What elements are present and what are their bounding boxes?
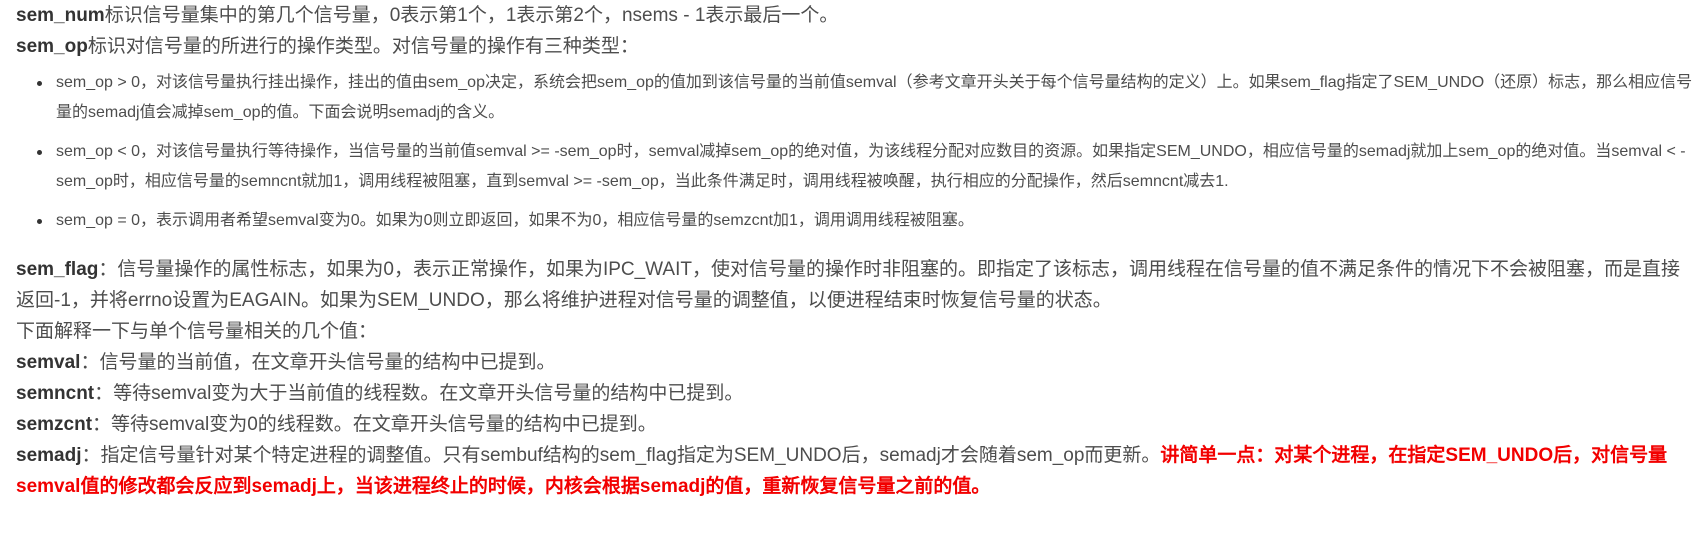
semadj-paragraph: semadj：指定信号量针对某个特定进程的调整值。只有sembuf结构的sem_… [16, 440, 1696, 502]
list-item: sem_op > 0，对该信号量执行挂出操作，挂出的值由sem_op决定，系统会… [37, 68, 1696, 128]
sem-op-line: sem_op标识对信号量的所进行的操作类型。对信号量的操作有三种类型： [16, 31, 1696, 62]
sem-flag-paragraph: sem_flag：信号量操作的属性标志，如果为0，表示正常操作，如果为IPC_W… [16, 254, 1696, 316]
sem-num-line: sem_num标识信号量集中的第几个信号量，0表示第1个，1表示第2个，nsem… [16, 0, 1696, 31]
semval-line: semval：信号量的当前值，在文章开头信号量的结构中已提到。 [16, 347, 1696, 378]
semncnt-term: semncnt [16, 383, 95, 404]
list-item: sem_op = 0，表示调用者希望semval变为0。如果为0则立即返回，如果… [37, 206, 1696, 236]
sem-flag-term: sem_flag [16, 259, 99, 280]
semadj-desc: ：指定信号量针对某个特定进程的调整值。只有sembuf结构的sem_flag指定… [81, 445, 1161, 466]
sem-op-list: sem_op > 0，对该信号量执行挂出操作，挂出的值由sem_op决定，系统会… [16, 68, 1696, 236]
sem-flag-desc: ：信号量操作的属性标志，如果为0，表示正常操作，如果为IPC_WAIT，使对信号… [16, 259, 1680, 311]
semadj-term: semadj [16, 445, 82, 466]
sem-num-desc: 标识信号量集中的第几个信号量，0表示第1个，1表示第2个，nsems - 1表示… [104, 5, 839, 26]
sem-op-desc: 标识对信号量的所进行的操作类型。对信号量的操作有三种类型： [87, 36, 639, 57]
sem-num-term: sem_num [16, 5, 105, 26]
list-item: sem_op < 0，对该信号量执行等待操作，当信号量的当前值semval >=… [37, 137, 1696, 197]
semncnt-line: semncnt：等待semval变为大于当前值的线程数。在文章开头信号量的结构中… [16, 378, 1696, 409]
article-content: sem_num标识信号量集中的第几个信号量，0表示第1个，1表示第2个，nsem… [16, 0, 1696, 502]
values-intro: 下面解释一下与单个信号量相关的几个值： [16, 321, 378, 342]
semval-desc: ：信号量的当前值，在文章开头信号量的结构中已提到。 [80, 352, 556, 373]
semval-term: semval [16, 352, 81, 373]
semncnt-desc: ：等待semval变为大于当前值的线程数。在文章开头信号量的结构中已提到。 [94, 383, 744, 404]
sem-op-term: sem_op [16, 36, 88, 57]
semzcnt-term: semzcnt [16, 414, 93, 435]
semzcnt-desc: ：等待semval变为0的线程数。在文章开头信号量的结构中已提到。 [92, 414, 657, 435]
semzcnt-line: semzcnt：等待semval变为0的线程数。在文章开头信号量的结构中已提到。 [16, 409, 1696, 440]
